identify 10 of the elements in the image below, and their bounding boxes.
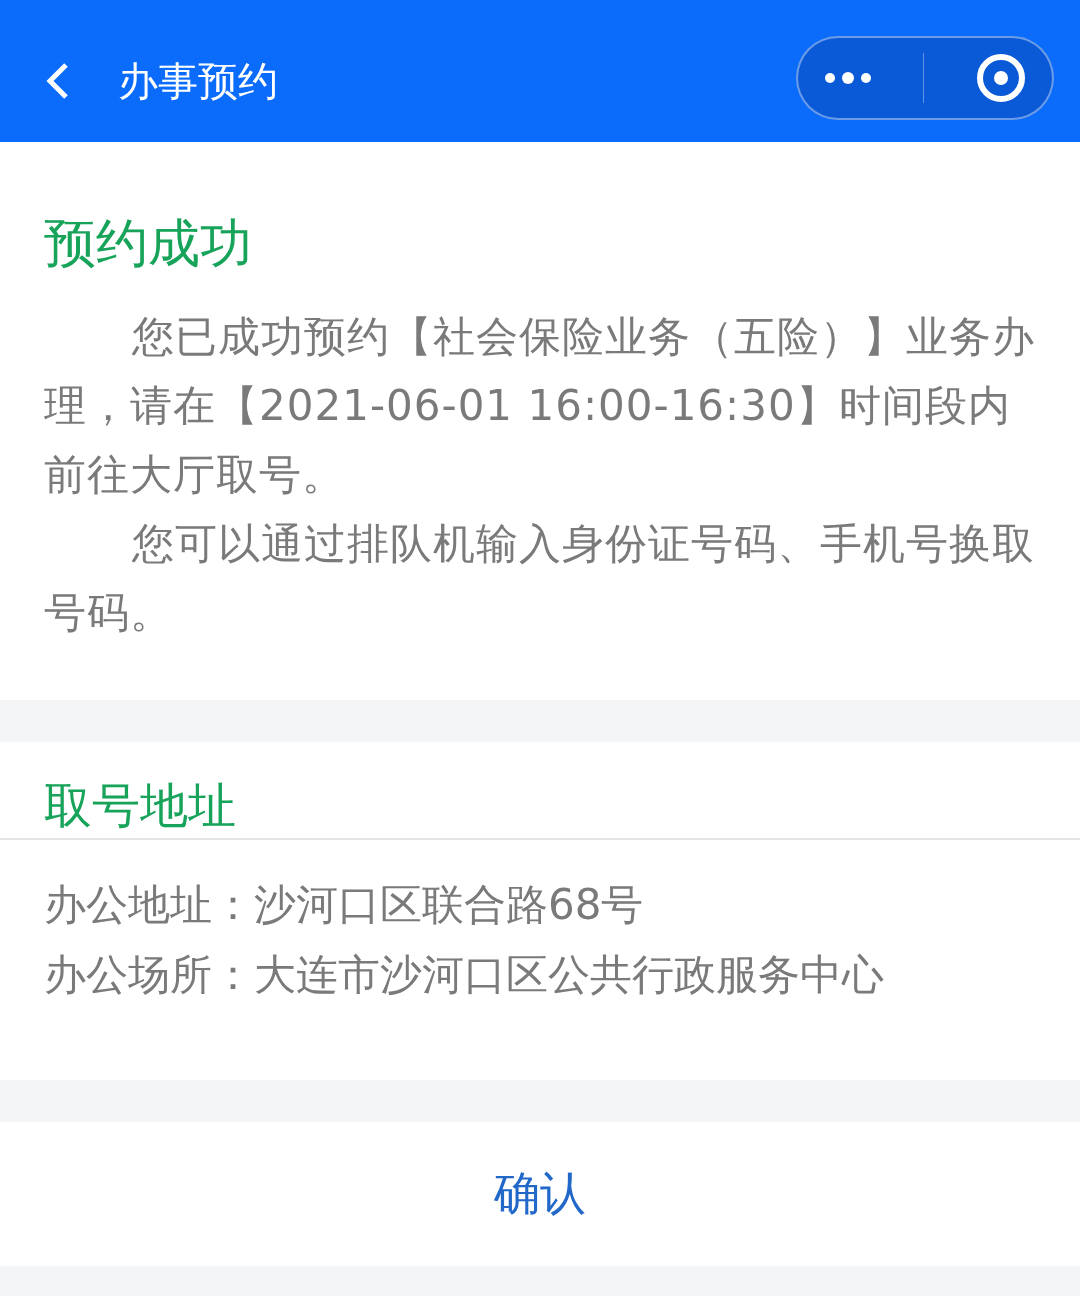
section-title: 取号地址 bbox=[0, 742, 1080, 840]
page-title: 办事预约 bbox=[118, 56, 279, 106]
more-icon[interactable] bbox=[823, 71, 874, 85]
message-paragraph: 您可以通过排队机输入身份证号码、手机号换取号码。 bbox=[44, 518, 1036, 639]
confirm-button[interactable]: 确认 bbox=[0, 1122, 1080, 1266]
address-line: 办公场所：大连市沙河口区公共行政服务中心 bbox=[44, 949, 885, 1001]
success-title: 预约成功 bbox=[44, 212, 253, 275]
back-icon[interactable] bbox=[44, 61, 70, 101]
address-line: 办公地址：沙河口区联合路68号 bbox=[44, 879, 645, 931]
message-paragraph: 您已成功预约【社会保险业务（五险）】业务办理，请在【2021-06-01 16:00-16:30】时间段内前往大厅取号。 bbox=[44, 311, 1036, 501]
